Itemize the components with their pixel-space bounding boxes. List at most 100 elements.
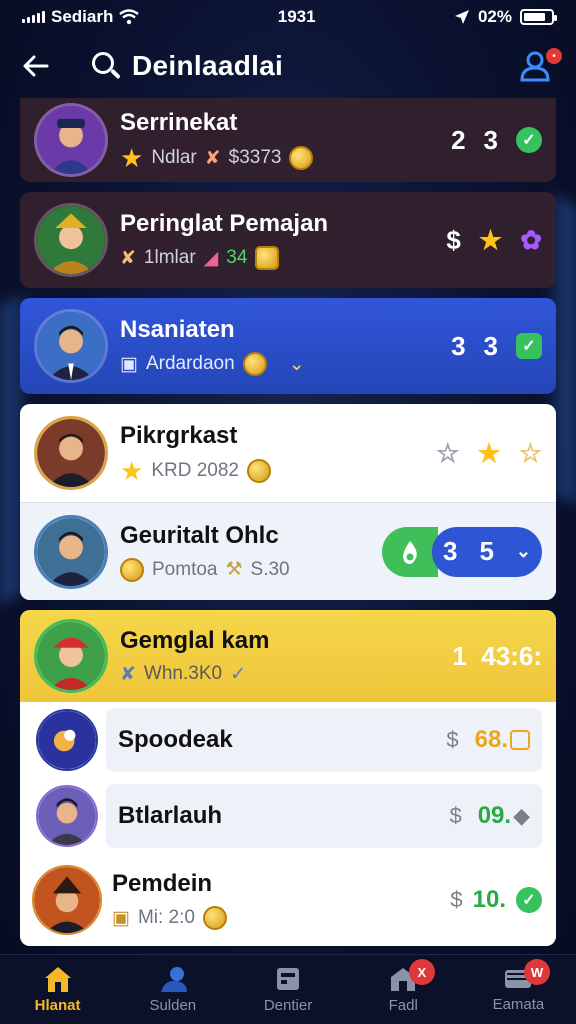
- header: Deinlaadlai •: [0, 34, 576, 98]
- notification-badge: •: [546, 48, 562, 64]
- player-card-top[interactable]: Gemglal kam ✘ Whn.3K0 ✓ 1 43:6:: [20, 610, 556, 702]
- nav-mail[interactable]: Eamata W: [461, 955, 576, 1024]
- check-outline-icon: ✓: [230, 663, 246, 685]
- leaderboard-list: Serrinekat ★ Ndlar ✘ $3373 2 3 ✓ Peringl…: [20, 98, 556, 946]
- avatar: [34, 416, 108, 490]
- score-a: 3: [442, 536, 458, 566]
- player-name: Serrinekat: [120, 109, 238, 136]
- player-card[interactable]: Geuritalt Ohlc Pomtoa ⚒ S.30 3 5 ⌄: [20, 502, 556, 600]
- player-value: 10.: [472, 886, 506, 913]
- player-meta-label: KRD 2082: [151, 460, 239, 481]
- battery-percent: 02%: [477, 7, 512, 26]
- status-left: Sediarh: [22, 7, 140, 27]
- star-icon: ★: [120, 456, 144, 486]
- status-bar: Sediarh 1931 02%: [0, 0, 576, 34]
- star-icon: ★: [120, 143, 144, 173]
- store-icon: [277, 968, 299, 990]
- player-meta-label: Pomtoa: [152, 558, 218, 580]
- player-meta-label: Whn.3K0: [143, 663, 223, 684]
- profile-button[interactable]: •: [518, 46, 562, 86]
- tool-icon: ⚒: [225, 559, 243, 580]
- page-title: Deinlaadlai: [132, 50, 284, 81]
- player-card[interactable]: Pemdein ▣ Mi: 2:0 $ 10. ✓: [20, 854, 556, 946]
- player-meta-value: S.30: [250, 558, 290, 580]
- avatar: [34, 514, 108, 589]
- player-card[interactable]: Spoodeak $ 68.: [20, 702, 556, 778]
- coin-icon: [255, 246, 280, 270]
- coin-icon: [120, 557, 144, 582]
- player-value: 68.: [474, 726, 508, 753]
- carrier-name: Sediarh: [51, 7, 114, 26]
- score-b: 5: [479, 536, 494, 566]
- status-right: 02%: [454, 7, 557, 27]
- battery-icon: [520, 9, 557, 25]
- coin-icon: [510, 730, 530, 750]
- player-meta-value: 34: [226, 247, 248, 268]
- back-arrow-icon: [23, 55, 49, 77]
- player-meta-label: Ardardaon: [145, 353, 235, 374]
- player-card[interactable]: Pikrgrkast ★ KRD 2082 ☆ ★ ☆: [20, 404, 556, 502]
- flower-icon: ✿: [520, 224, 542, 255]
- player-card[interactable]: Peringlat Pemajan ✘ 1lmlar ◢ 34 $ ★ ✿: [20, 192, 556, 288]
- sword-icon: ✘: [120, 663, 136, 685]
- nav-shop[interactable]: Fadl X: [346, 955, 461, 1024]
- location-arrow-icon: [454, 10, 469, 24]
- score-b: 3: [483, 330, 498, 361]
- player-meta-label: Mi: 2:0: [137, 907, 195, 928]
- star-icon: ★: [478, 225, 503, 255]
- tag-icon: ◆: [513, 803, 530, 828]
- check-icon: ✓: [516, 333, 542, 359]
- users-icon: [160, 967, 187, 992]
- bag-icon: ▣: [120, 353, 138, 375]
- nav-label: Sulden: [149, 997, 197, 1014]
- player-card[interactable]: Serrinekat ★ Ndlar ✘ $3373 2 3 ✓: [20, 98, 556, 182]
- wifi-icon: [119, 9, 140, 25]
- star-icon: ★: [477, 438, 501, 468]
- nav-label: Hlanat: [34, 997, 81, 1014]
- signal-icon: [22, 11, 45, 23]
- player-card[interactable]: Btlarlauh $ 09. ◆: [20, 778, 556, 854]
- bottom-nav: Hlanat Sulden Dentier Fadl X Eamata W: [0, 954, 576, 1024]
- sword-icon: ✘: [120, 247, 136, 269]
- player-value: 09.: [477, 802, 512, 829]
- flame-icon: [382, 526, 438, 577]
- nav-badge: X: [408, 959, 435, 985]
- player-name: Pemdein: [112, 870, 213, 897]
- player-meta-label: Ndlar: [151, 147, 197, 168]
- player-name: Gemglal kam: [120, 626, 270, 654]
- star-outline-icon: ☆: [436, 437, 460, 468]
- score-b: 3: [483, 124, 498, 155]
- score-toggle[interactable]: 3 5 ⌄: [382, 526, 542, 577]
- chevron-down-icon: ⌄: [515, 541, 531, 561]
- currency-symbol: $: [446, 727, 459, 752]
- nav-users[interactable]: Sulden: [115, 955, 230, 1024]
- back-button[interactable]: [18, 48, 54, 84]
- avatar: [36, 709, 98, 771]
- nav-label: Eamata: [492, 996, 545, 1013]
- avatar: [34, 103, 108, 177]
- player-name: Btlarlauh: [118, 802, 223, 829]
- player-name: Spoodeak: [118, 726, 233, 753]
- currency-symbol: $: [446, 224, 461, 255]
- avatar: [34, 619, 108, 693]
- sword-icon: ✘: [204, 147, 221, 169]
- coin-icon: [289, 146, 314, 170]
- coin-icon: [246, 459, 271, 483]
- search-icon[interactable]: [90, 50, 122, 82]
- nav-store[interactable]: Dentier: [230, 955, 345, 1024]
- check-icon: ✓: [516, 887, 542, 913]
- avatar: [34, 309, 108, 383]
- status-time: 1931: [277, 7, 316, 26]
- avatar: [34, 203, 108, 277]
- player-name: Geuritalt Ohlc: [120, 521, 279, 549]
- coin-icon: [202, 906, 227, 930]
- player-group: Gemglal kam ✘ Whn.3K0 ✓ 1 43:6: Spoodeak…: [20, 610, 556, 946]
- coin-icon: [242, 352, 267, 376]
- avatar: [32, 865, 102, 935]
- home-icon: [44, 967, 71, 992]
- nav-label: Fadl: [388, 997, 418, 1014]
- nav-badge: W: [524, 959, 551, 985]
- player-card-highlighted[interactable]: Nsaniaten ▣ Ardardaon ⌄ 3 3 ✓: [20, 298, 556, 394]
- nav-home[interactable]: Hlanat: [0, 955, 115, 1024]
- currency-symbol: $: [450, 887, 463, 912]
